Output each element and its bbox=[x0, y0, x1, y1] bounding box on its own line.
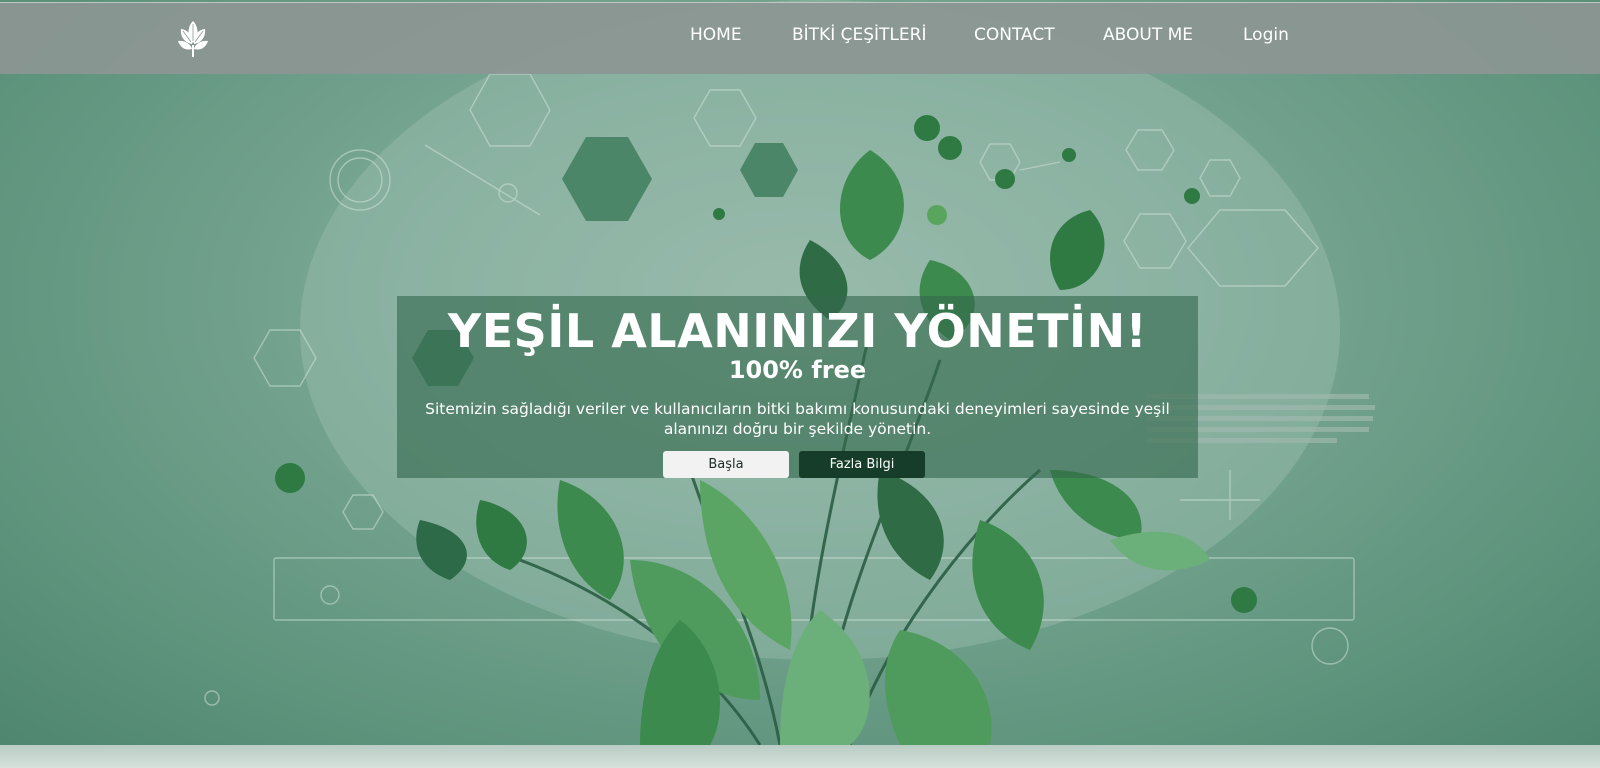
leaf-logo-icon[interactable] bbox=[174, 17, 212, 59]
hero-subtitle: 100% free bbox=[728, 356, 867, 384]
nav-home[interactable]: HOME bbox=[690, 25, 742, 45]
nav-contact[interactable]: CONTACT bbox=[974, 25, 1055, 45]
hero-title: YEŞİL ALANINIZI YÖNETİN! bbox=[447, 304, 1148, 358]
hero-description: Sitemizin sağladığı veriler ve kullanıcı… bbox=[425, 400, 1170, 438]
bottom-strip bbox=[0, 745, 1600, 768]
hero-card: YEŞİL ALANINIZI YÖNETİN! 100% free Sitem… bbox=[397, 296, 1198, 478]
more-info-button[interactable]: Fazla Bilgi bbox=[799, 451, 925, 478]
nav-about-me[interactable]: ABOUT ME bbox=[1103, 25, 1193, 45]
nav-bitki-cesitleri[interactable]: BİTKİ ÇEŞİTLERİ bbox=[792, 25, 926, 45]
navbar: HOME BİTKİ ÇEŞİTLERİ CONTACT ABOUT ME Lo… bbox=[0, 2, 1600, 74]
nav-login[interactable]: Login bbox=[1243, 25, 1289, 45]
start-button[interactable]: Başla bbox=[663, 451, 789, 478]
